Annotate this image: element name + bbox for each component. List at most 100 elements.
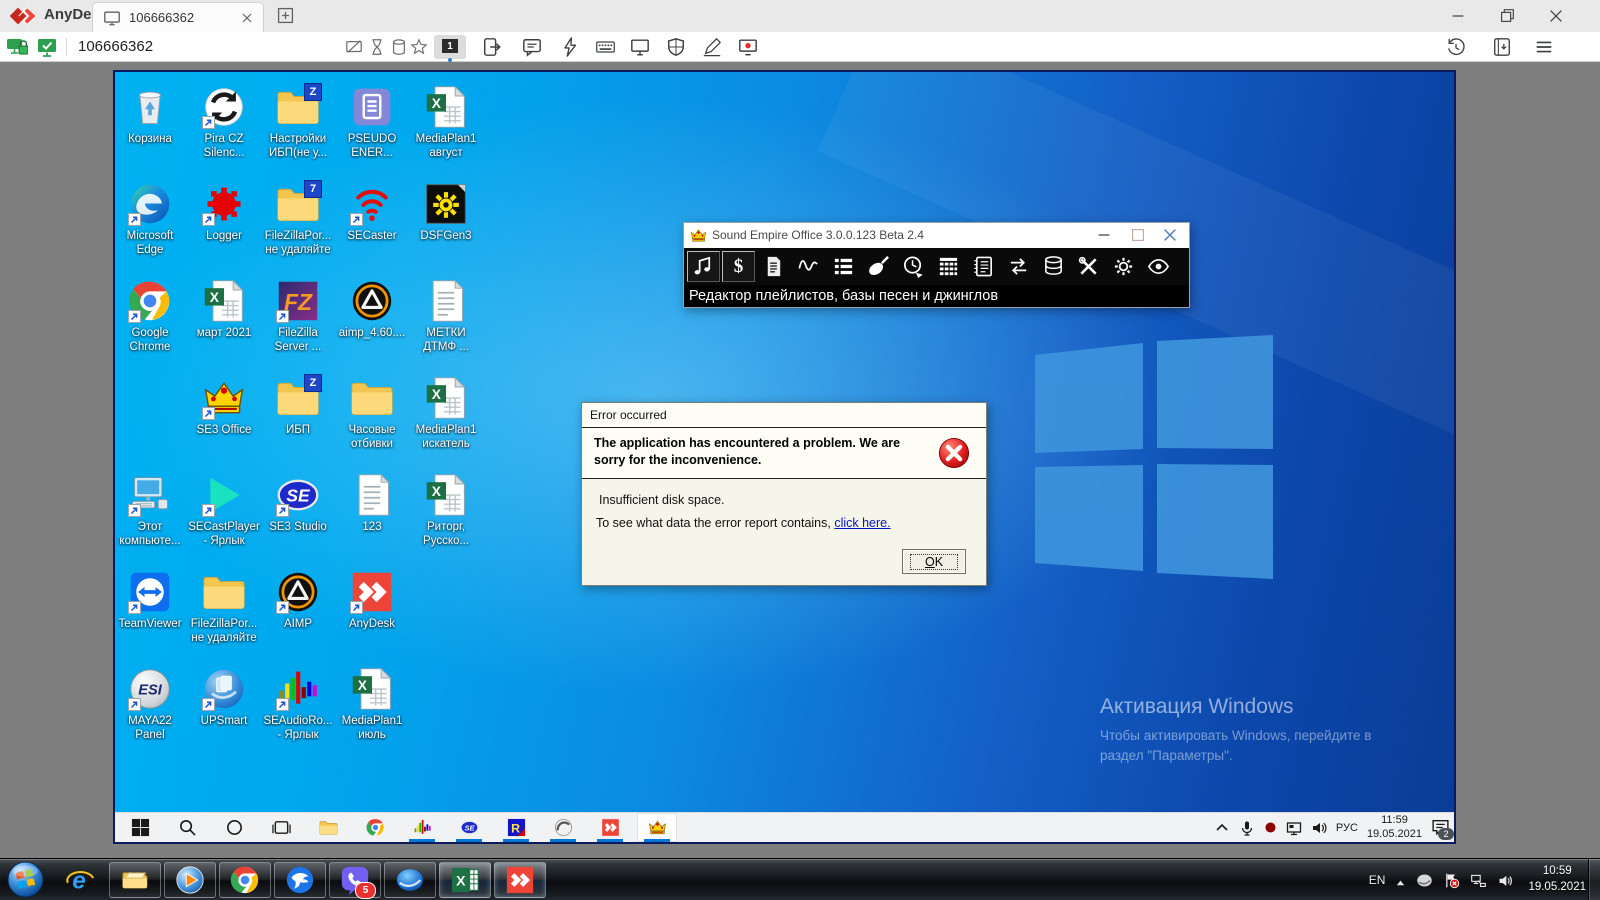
- se-close-button[interactable]: [1161, 226, 1179, 244]
- taskbar-start-button[interactable]: [120, 813, 160, 842]
- window-minimize-button[interactable]: [1435, 0, 1481, 32]
- se-toolbar-document-icon[interactable]: [757, 251, 790, 282]
- se-toolbar-view-eye-icon[interactable]: [1142, 251, 1175, 282]
- desktop-icon-anydesk[interactable]: AnyDesk: [329, 570, 415, 631]
- tab-close-icon[interactable]: [239, 10, 255, 26]
- blue-disc-tray-icon[interactable]: [1416, 872, 1433, 889]
- aimp-icon: [350, 279, 394, 323]
- taskbar-logger[interactable]: [543, 813, 583, 842]
- taskbar-blue-disc-app[interactable]: [384, 862, 436, 898]
- desktop-icon-dsfgen3[interactable]: DSFGen3: [403, 182, 489, 243]
- ok-button[interactable]: OK: [902, 549, 966, 574]
- keyboard-icon[interactable]: [594, 37, 617, 57]
- desktop-icon-mediaplan1-avgust[interactable]: XMediaPlan1август: [403, 85, 489, 161]
- se-toolbar-music-notes-icon[interactable]: [687, 251, 720, 282]
- se-toolbar-waveform-icon[interactable]: [792, 251, 825, 282]
- file-transfer-icon[interactable]: [482, 37, 502, 57]
- taskbar-internet-explorer[interactable]: e: [54, 862, 106, 898]
- desktop-icon-metki-dtmf[interactable]: МЕТКИДТМФ ...: [403, 279, 489, 355]
- record-session-icon[interactable]: [738, 37, 758, 57]
- actions-lightning-icon[interactable]: [560, 37, 580, 57]
- se-minimize-button[interactable]: [1095, 226, 1113, 244]
- se-toolbar-grid-icon[interactable]: [932, 251, 965, 282]
- taskbar-thunderbird[interactable]: [274, 862, 326, 898]
- address-book-icon[interactable]: [1492, 37, 1512, 57]
- se-toolbar-exchange-icon[interactable]: [1002, 251, 1035, 282]
- recording-dot-icon[interactable]: [1264, 821, 1277, 834]
- error-dialog[interactable]: Error occurred The application has encou…: [581, 402, 987, 586]
- window-close-button[interactable]: [1533, 0, 1579, 32]
- taskbar-media-player[interactable]: [164, 862, 216, 898]
- minimize-icon: [1449, 7, 1467, 25]
- monitor-select-button[interactable]: 1: [434, 35, 466, 59]
- remote-display-icon[interactable]: [1286, 820, 1302, 836]
- privacy-screen-icon[interactable]: [345, 38, 363, 56]
- clock[interactable]: 11:59 19.05.2021: [1367, 814, 1422, 840]
- volume-icon[interactable]: [1311, 820, 1327, 836]
- shortcut-arrow-icon: [350, 213, 363, 226]
- notification-center-button[interactable]: 2: [1431, 818, 1450, 837]
- permissions-shield-icon[interactable]: [666, 37, 686, 57]
- microphone-icon[interactable]: [1239, 820, 1255, 836]
- taskbar-file-explorer[interactable]: [308, 813, 348, 842]
- desktop-icon-mediaplan1-iskatel[interactable]: XMediaPlan1искатель: [403, 376, 489, 452]
- taskbar-search-button[interactable]: [167, 813, 207, 842]
- pseudo-icon: [350, 85, 394, 129]
- whiteboard-pencil-icon[interactable]: [702, 37, 722, 57]
- taskbar-chrome[interactable]: [355, 813, 395, 842]
- shortcut-arrow-icon: [276, 698, 289, 711]
- volume-icon[interactable]: [1497, 872, 1514, 889]
- sound-empire-window[interactable]: Sound Empire Office 3.0.0.123 Beta 2.4 $…: [683, 222, 1190, 308]
- error-dialog-header: The application has encountered a proble…: [582, 427, 986, 479]
- session-tab[interactable]: 106666362: [92, 2, 264, 32]
- action-center-flag-icon[interactable]: [1443, 872, 1460, 889]
- taskbar-windows-explorer[interactable]: [109, 862, 161, 898]
- display-settings-icon[interactable]: [630, 37, 650, 57]
- desktop-icon-mediaplan1-iyul[interactable]: XMediaPlan1июль: [329, 667, 415, 743]
- new-tab-button[interactable]: [276, 6, 295, 25]
- se-toolbar-brush-icon[interactable]: [862, 251, 895, 282]
- taskbar-anydesk[interactable]: [590, 813, 630, 842]
- se-toolbar-phonebook-icon[interactable]: [967, 251, 1000, 282]
- se-toolbar-tools-icon[interactable]: [1072, 251, 1105, 282]
- network-icon[interactable]: [1470, 872, 1487, 889]
- history-icon[interactable]: [1446, 37, 1466, 57]
- taskbar-sound-empire-office[interactable]: [637, 813, 677, 842]
- favorite-star-icon[interactable]: [410, 38, 428, 56]
- anydesk-icon: [505, 865, 535, 895]
- language-indicator[interactable]: EN: [1369, 873, 1386, 887]
- secaster-icon: [350, 182, 394, 226]
- desktop-icon-ritorg-russkoe[interactable]: XРиторг,Русско...: [403, 473, 489, 549]
- language-indicator[interactable]: РУС: [1336, 822, 1358, 834]
- taskbar-task-view-button[interactable]: [261, 813, 301, 842]
- taskbar-excel[interactable]: X: [439, 862, 491, 898]
- chat-icon[interactable]: [522, 37, 542, 57]
- taskbar-seaudiorouter[interactable]: [402, 813, 442, 842]
- show-desktop-button[interactable]: [1588, 859, 1600, 900]
- window-restore-button[interactable]: [1484, 0, 1530, 32]
- tray-chevron-icon[interactable]: [1395, 875, 1406, 886]
- session-duration-icon[interactable]: [368, 38, 386, 56]
- taskbar-cortana-button[interactable]: [214, 813, 254, 842]
- se-toolbar-money-icon[interactable]: $: [722, 251, 755, 282]
- taskbar-se3-studio[interactable]: SE: [449, 813, 489, 842]
- excel-icon: X: [424, 85, 468, 129]
- taskbar-chrome[interactable]: [219, 862, 271, 898]
- taskbar-viber[interactable]: 5: [329, 862, 381, 898]
- sound-empire-titlebar[interactable]: Sound Empire Office 3.0.0.123 Beta 2.4: [684, 223, 1189, 248]
- menu-icon[interactable]: [1534, 37, 1554, 57]
- tray-chevron-icon[interactable]: [1214, 820, 1230, 836]
- start-button[interactable]: [7, 861, 44, 898]
- click-here-link[interactable]: click here.: [834, 516, 890, 530]
- se-toolbar-playlist-icon[interactable]: [827, 251, 860, 282]
- taskbar-r-app[interactable]: R: [496, 813, 536, 842]
- excel-icon: X: [450, 865, 480, 895]
- shortcut-arrow-icon: [128, 504, 141, 517]
- taskbar-anydesk[interactable]: [494, 862, 546, 898]
- se-toolbar-scheduler-icon[interactable]: [897, 251, 930, 282]
- se-maximize-button[interactable]: [1129, 226, 1147, 244]
- se-toolbar-database-icon[interactable]: [1037, 251, 1070, 282]
- clock[interactable]: 10:59 19.05.2021: [1528, 864, 1586, 895]
- storage-icon[interactable]: [390, 38, 408, 56]
- se-toolbar-settings-gear-icon[interactable]: [1107, 251, 1140, 282]
